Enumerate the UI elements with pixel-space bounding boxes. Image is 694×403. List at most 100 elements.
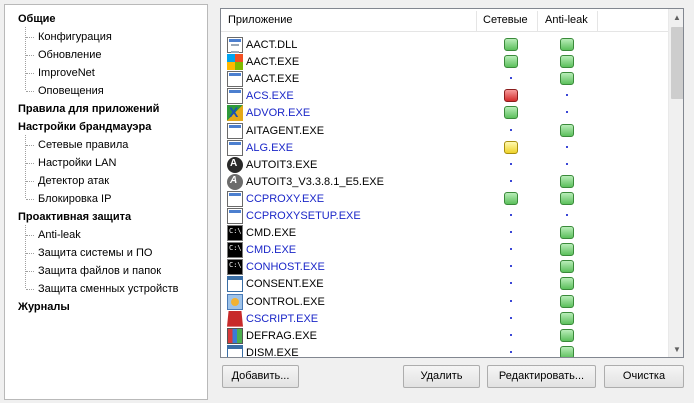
status-none-indicator[interactable] bbox=[504, 329, 518, 342]
table-row[interactable]: CMD.EXE bbox=[221, 224, 668, 242]
network-status-cell[interactable] bbox=[504, 72, 518, 85]
table-row[interactable]: CONTROL.EXE bbox=[221, 293, 668, 311]
tree-item[interactable]: Сетевые правила bbox=[38, 137, 128, 153]
table-row[interactable]: AUTOIT3_V3.3.8.1_E5.EXE bbox=[221, 173, 668, 191]
status-none-indicator[interactable] bbox=[560, 106, 574, 119]
network-status-cell[interactable] bbox=[504, 89, 518, 103]
antileak-status-cell[interactable] bbox=[560, 226, 574, 240]
network-status-cell[interactable] bbox=[504, 175, 518, 188]
column-separator[interactable] bbox=[537, 11, 538, 31]
tree-category[interactable]: Настройки брандмауэра bbox=[18, 119, 151, 135]
antileak-status-cell[interactable] bbox=[560, 158, 574, 171]
status-allow-indicator[interactable] bbox=[560, 243, 574, 257]
table-row[interactable]: ADVOR.EXE bbox=[221, 104, 668, 122]
status-allow-indicator[interactable] bbox=[560, 345, 574, 357]
status-allow-indicator[interactable] bbox=[504, 191, 518, 205]
table-row[interactable]: AACT.EXE bbox=[221, 53, 668, 71]
status-none-indicator[interactable] bbox=[504, 226, 518, 239]
tree-item[interactable]: Оповещения bbox=[38, 83, 104, 99]
scroll-down-arrow-icon[interactable]: ▼ bbox=[669, 342, 683, 357]
column-header-network[interactable]: Сетевые bbox=[483, 9, 528, 32]
antileak-status-cell[interactable] bbox=[560, 55, 574, 69]
network-status-cell[interactable] bbox=[504, 140, 518, 154]
tree-category[interactable]: Проактивная защита bbox=[18, 209, 131, 225]
status-allow-indicator[interactable] bbox=[560, 72, 574, 86]
add-button[interactable]: Добавить... bbox=[222, 365, 299, 388]
status-none-indicator[interactable] bbox=[504, 260, 518, 273]
network-status-cell[interactable] bbox=[504, 346, 518, 357]
tree-item[interactable]: ImproveNet bbox=[38, 65, 95, 81]
table-row[interactable]: AUTOIT3.EXE bbox=[221, 156, 668, 174]
antileak-status-cell[interactable] bbox=[560, 38, 574, 51]
status-allow-indicator[interactable] bbox=[504, 55, 518, 69]
status-allow-indicator[interactable] bbox=[560, 38, 574, 51]
tree-item[interactable]: Обновление bbox=[38, 47, 102, 63]
tree-category[interactable]: Журналы bbox=[18, 299, 70, 315]
antileak-status-cell[interactable] bbox=[560, 106, 574, 119]
status-none-indicator[interactable] bbox=[504, 175, 518, 188]
table-row[interactable]: CCPROXYSETUP.EXE bbox=[221, 207, 668, 225]
status-none-indicator[interactable] bbox=[560, 158, 574, 171]
status-allow-indicator[interactable] bbox=[560, 311, 574, 325]
table-row[interactable]: DEFRAG.EXE bbox=[221, 327, 668, 345]
antileak-status-cell[interactable] bbox=[560, 174, 574, 188]
status-none-indicator[interactable] bbox=[504, 295, 518, 308]
antileak-status-cell[interactable] bbox=[560, 243, 574, 257]
antileak-status-cell[interactable] bbox=[560, 72, 574, 86]
status-none-indicator[interactable] bbox=[560, 209, 574, 222]
table-row[interactable]: CSCRIPT.EXE bbox=[221, 310, 668, 328]
column-separator[interactable] bbox=[597, 11, 598, 31]
network-status-cell[interactable] bbox=[504, 295, 518, 308]
status-ask-indicator[interactable] bbox=[504, 140, 518, 154]
network-status-cell[interactable] bbox=[504, 312, 518, 325]
status-allow-indicator[interactable] bbox=[560, 191, 574, 205]
table-row[interactable]: CMD.EXE bbox=[221, 241, 668, 259]
status-allow-indicator[interactable] bbox=[504, 38, 518, 51]
vertical-scrollbar[interactable]: ▲ ▼ bbox=[668, 9, 683, 357]
scroll-up-arrow-icon[interactable]: ▲ bbox=[669, 10, 683, 26]
status-none-indicator[interactable] bbox=[504, 346, 518, 357]
network-status-cell[interactable] bbox=[504, 38, 518, 51]
network-status-cell[interactable] bbox=[504, 124, 518, 137]
table-row[interactable]: CONSENT.EXE bbox=[221, 275, 668, 293]
table-row[interactable]: ACS.EXE bbox=[221, 87, 668, 105]
tree-item[interactable]: Anti-leak bbox=[38, 227, 81, 243]
network-status-cell[interactable] bbox=[504, 277, 518, 290]
antileak-status-cell[interactable] bbox=[560, 141, 574, 154]
status-block-indicator[interactable] bbox=[504, 89, 518, 103]
status-none-indicator[interactable] bbox=[504, 158, 518, 171]
tree-item[interactable]: Защита сменных устройств bbox=[38, 281, 179, 297]
antileak-status-cell[interactable] bbox=[560, 260, 574, 274]
tree-item[interactable]: Защита файлов и папок bbox=[38, 263, 161, 279]
status-allow-indicator[interactable] bbox=[560, 55, 574, 69]
antileak-status-cell[interactable] bbox=[560, 123, 574, 137]
status-allow-indicator[interactable] bbox=[560, 277, 574, 291]
status-allow-indicator[interactable] bbox=[560, 226, 574, 240]
network-status-cell[interactable] bbox=[504, 55, 518, 69]
antileak-status-cell[interactable] bbox=[560, 345, 574, 357]
table-row[interactable]: AACT.DLL bbox=[221, 36, 668, 54]
column-header-antileak[interactable]: Anti-leak bbox=[545, 9, 588, 32]
table-row[interactable]: CCPROXY.EXE bbox=[221, 190, 668, 208]
network-status-cell[interactable] bbox=[504, 226, 518, 239]
table-row[interactable]: DISM.EXE bbox=[221, 344, 668, 357]
table-row[interactable]: ALG.EXE bbox=[221, 139, 668, 157]
tree-item[interactable]: Конфигурация bbox=[38, 29, 112, 45]
scrollbar-thumb[interactable] bbox=[671, 27, 683, 99]
status-allow-indicator[interactable] bbox=[560, 174, 574, 188]
antileak-status-cell[interactable] bbox=[560, 328, 574, 342]
network-status-cell[interactable] bbox=[504, 158, 518, 171]
tree-item[interactable]: Настройки LAN bbox=[38, 155, 116, 171]
status-none-indicator[interactable] bbox=[504, 72, 518, 85]
column-header-application[interactable]: Приложение bbox=[228, 9, 293, 32]
clear-button[interactable]: Очистка bbox=[604, 365, 684, 388]
status-allow-indicator[interactable] bbox=[560, 260, 574, 274]
antileak-status-cell[interactable] bbox=[560, 209, 574, 222]
tree-item[interactable]: Детектор атак bbox=[38, 173, 109, 189]
tree-category[interactable]: Общие bbox=[18, 11, 56, 27]
network-status-cell[interactable] bbox=[504, 209, 518, 222]
status-allow-indicator[interactable] bbox=[560, 123, 574, 137]
applications-list[interactable]: Приложение Сетевые Anti-leak AACT.DLL AAC… bbox=[220, 8, 684, 358]
status-allow-indicator[interactable] bbox=[560, 328, 574, 342]
table-row[interactable]: CONHOST.EXE bbox=[221, 258, 668, 276]
